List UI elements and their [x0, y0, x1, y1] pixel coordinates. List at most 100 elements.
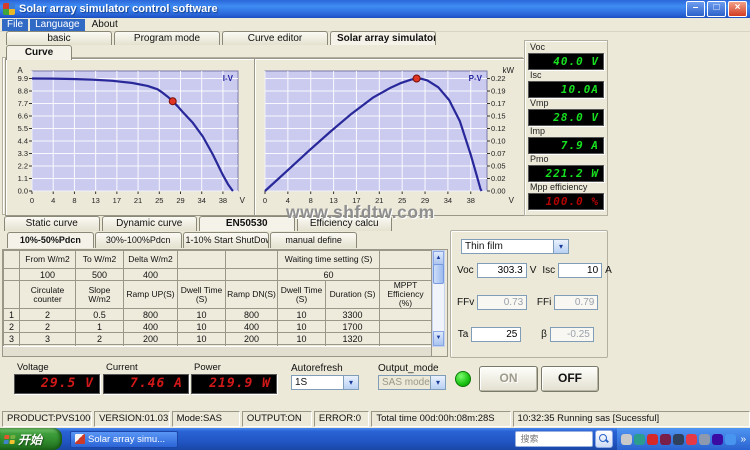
menu-about[interactable]: About [87, 19, 123, 31]
ta-input[interactable] [471, 327, 521, 342]
table-cell[interactable]: 400 [226, 321, 278, 333]
tab-en50530[interactable]: EN50530 [199, 216, 295, 231]
readout-led-value: 29.5 V [14, 374, 100, 394]
table-cell[interactable]: 2 [20, 321, 76, 333]
voc-input[interactable] [477, 263, 527, 278]
table-cell[interactable] [380, 309, 432, 321]
tab-basic[interactable]: basic [6, 31, 112, 45]
table-cell[interactable]: 10 [178, 321, 226, 333]
table-cell[interactable]: 200 [226, 333, 278, 345]
table-cell[interactable]: 500 [76, 269, 124, 281]
tab-program-mode[interactable]: Program mode [114, 31, 220, 45]
tray-icon[interactable] [660, 434, 671, 445]
table-cell[interactable]: 10 [278, 309, 326, 321]
chevron-down-icon[interactable]: ▾ [430, 376, 445, 389]
table-cell[interactable]: 2 [20, 309, 76, 321]
tray-icon[interactable] [621, 434, 632, 445]
tab-static-curve[interactable]: Static curve [4, 216, 100, 231]
watermark-text: www.shfdtw.com [286, 202, 435, 223]
table-cell[interactable]: 3 [20, 333, 76, 345]
isc-input[interactable] [558, 263, 602, 278]
table-cell[interactable]: 0.5 [76, 309, 124, 321]
tray-icon[interactable] [712, 434, 723, 445]
menu-language[interactable]: Language [30, 19, 85, 31]
table-cell[interactable] [4, 269, 20, 281]
maximize-button[interactable]: □ [707, 1, 726, 17]
tab-curve[interactable]: Curve [6, 45, 72, 60]
table-cell[interactable] [178, 269, 226, 281]
table-cell[interactable]: 200 [124, 333, 178, 345]
technology-select[interactable]: Thin film ▾ [461, 239, 569, 254]
svg-text:38: 38 [467, 196, 475, 205]
tray-icon[interactable] [634, 434, 645, 445]
table-cell[interactable]: 10 [278, 333, 326, 345]
beta-input[interactable] [550, 327, 594, 342]
tab-dynamic-curve[interactable]: Dynamic curve [102, 216, 198, 231]
table-cell[interactable]: 800 [226, 309, 278, 321]
table-cell[interactable]: 1700 [326, 321, 380, 333]
scrollbar-thumb[interactable] [433, 264, 444, 284]
table-cell[interactable]: 3300 [326, 309, 380, 321]
tray-icon[interactable] [647, 434, 658, 445]
subtab-10-50-pdcn[interactable]: 10%-50%Pdcn [7, 232, 94, 248]
tray-icon[interactable] [686, 434, 697, 445]
close-button[interactable]: × [728, 1, 747, 17]
table-cell[interactable]: 10 [178, 333, 226, 345]
search-icon[interactable] [595, 430, 613, 448]
taskbar-search-input[interactable]: 搜索 [515, 431, 593, 447]
table-cell[interactable]: 10 [178, 309, 226, 321]
table-header-cell: Ramp UP(S) [124, 281, 178, 309]
table-cell[interactable]: 2 [4, 321, 20, 333]
table-header-cell: Delta W/m2 [124, 251, 178, 269]
svg-text:0.12: 0.12 [491, 124, 506, 133]
tray-icon[interactable] [725, 434, 736, 445]
table-cell[interactable]: 10 [278, 321, 326, 333]
svg-text:0.19: 0.19 [491, 87, 506, 96]
scroll-down-icon[interactable]: ▼ [433, 331, 444, 346]
table-cell[interactable] [380, 269, 432, 281]
table-cell[interactable]: 1320 [326, 333, 380, 345]
table-cell[interactable]: 3 [4, 333, 20, 345]
chevron-down-icon[interactable]: ▾ [343, 376, 358, 389]
start-button[interactable]: 开始 [0, 428, 62, 450]
table-cell[interactable] [380, 333, 432, 345]
measure-label: Voc [528, 42, 604, 53]
svg-text:kW: kW [502, 66, 514, 75]
table-cell[interactable]: 2 [76, 333, 124, 345]
on-button[interactable]: ON [479, 366, 538, 392]
taskbar-task-button[interactable]: Solar array simu... [70, 431, 178, 448]
measure-led-value: 221.2 W [528, 165, 604, 182]
svg-text:0: 0 [263, 196, 267, 205]
table-cell[interactable]: 800 [124, 309, 178, 321]
table-horizontal-scrollbar[interactable] [3, 346, 431, 356]
minimize-button[interactable]: – [686, 1, 705, 17]
iv-chart-frame: 048131721252934389.98.87.76.65.54.43.32.… [5, 58, 257, 216]
subtab-1-10-start-shutdown[interactable]: 1-10% Start ShutDown [183, 232, 270, 248]
output-status-led [455, 371, 471, 387]
chevron-down-icon[interactable]: ▾ [553, 240, 568, 253]
tray-chevron-icon[interactable]: » [740, 434, 746, 445]
table-cell[interactable]: 400 [124, 321, 178, 333]
table-vertical-scrollbar[interactable]: ▲ ▼ [432, 250, 445, 347]
svg-text:0: 0 [30, 196, 34, 205]
table-cell[interactable]: 1 [76, 321, 124, 333]
ffv-input[interactable] [477, 295, 527, 310]
table-cell[interactable]: 100 [20, 269, 76, 281]
table-cell[interactable] [380, 321, 432, 333]
table-cell[interactable]: 1 [4, 309, 20, 321]
menu-file[interactable]: File [2, 19, 28, 31]
subtab-manual-define[interactable]: manual define [270, 232, 357, 248]
subtab-30-100-pdcn[interactable]: 30%-100%Pdcn [95, 232, 182, 248]
table-cell[interactable]: 400 [124, 269, 178, 281]
tab-curve-editor[interactable]: Curve editor [222, 31, 328, 45]
table-header-cell: MPPT Efficiency (%) [380, 281, 432, 309]
tab-solar-array-simulator[interactable]: Solar array simulator [330, 31, 436, 45]
autorefresh-select[interactable]: 1S ▾ [291, 375, 359, 390]
output-mode-select[interactable]: SAS mode ▾ [378, 375, 446, 390]
off-button[interactable]: OFF [541, 366, 599, 392]
tray-icon[interactable] [673, 434, 684, 445]
table-cell[interactable] [226, 269, 278, 281]
table-cell[interactable]: 60 [278, 269, 380, 281]
ffi-input[interactable] [554, 295, 598, 310]
tray-icon[interactable] [699, 434, 710, 445]
